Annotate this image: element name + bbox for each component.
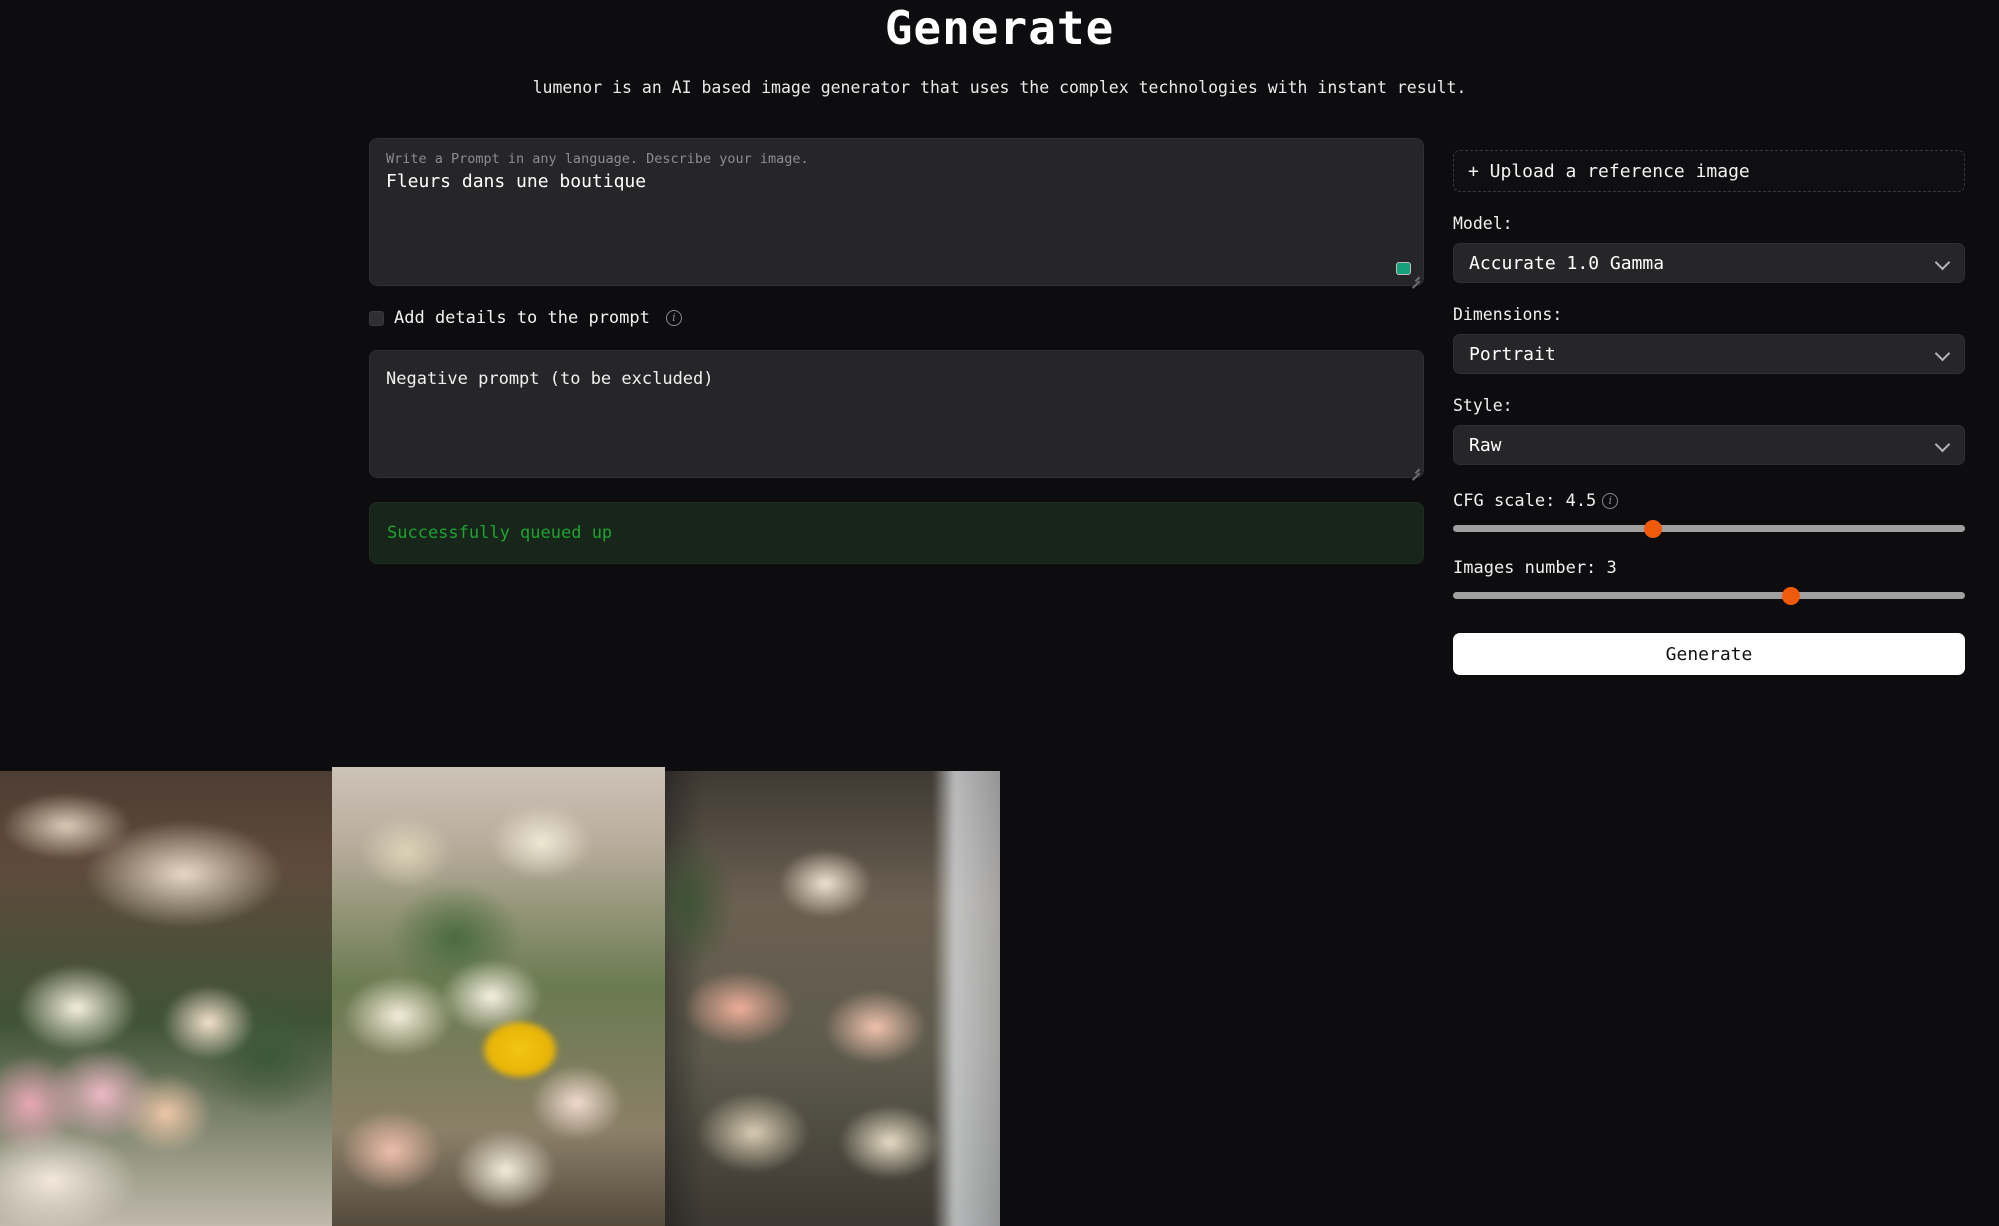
chevron-down-icon bbox=[1934, 436, 1951, 453]
cfg-scale-label-row: CFG scale: 4.5 i bbox=[1453, 491, 1965, 511]
upload-reference-image-button[interactable]: + Upload a reference image bbox=[1453, 150, 1965, 192]
style-value: Raw bbox=[1469, 434, 1502, 456]
negative-resize-handle-icon[interactable] bbox=[1409, 463, 1420, 481]
negative-prompt-placeholder: Negative prompt (to be excluded) bbox=[386, 369, 714, 389]
prompt-hint: Write a Prompt in any language. Describe… bbox=[386, 151, 809, 167]
status-banner: Successfully queued up bbox=[369, 502, 1424, 564]
style-label: Style: bbox=[1453, 396, 1513, 415]
prompt-value: Fleurs dans une boutique bbox=[386, 171, 647, 192]
cfg-scale-slider-thumb[interactable] bbox=[1643, 519, 1662, 538]
chevron-down-icon bbox=[1934, 254, 1951, 271]
status-text: Successfully queued up bbox=[387, 523, 613, 543]
generated-image-1-canvas bbox=[0, 771, 332, 1226]
generated-image-2[interactable] bbox=[332, 767, 665, 1226]
add-details-checkbox[interactable] bbox=[369, 310, 384, 326]
model-label: Model: bbox=[1453, 214, 1513, 233]
generate-button-label: Generate bbox=[1665, 643, 1753, 665]
cfg-scale-label: CFG scale: 4.5 bbox=[1453, 491, 1597, 511]
images-number-label: Images number: 3 bbox=[1453, 558, 1617, 578]
generate-page: Generate lumenor is an AI based image ge… bbox=[0, 0, 1999, 1226]
images-number-label-row: Images number: 3 bbox=[1453, 558, 1965, 578]
dimensions-value: Portrait bbox=[1469, 343, 1556, 365]
add-details-label: Add details to the prompt bbox=[394, 308, 650, 328]
page-header: Generate lumenor is an AI based image ge… bbox=[0, 0, 1999, 97]
generated-image-3-canvas bbox=[665, 771, 1000, 1226]
prompt-column: Write a Prompt in any language. Describe… bbox=[369, 138, 1424, 564]
images-number-slider[interactable] bbox=[1453, 586, 1965, 605]
cfg-scale-slider[interactable] bbox=[1453, 519, 1965, 538]
style-select[interactable]: Raw bbox=[1453, 425, 1965, 465]
cfg-scale-info-icon[interactable]: i bbox=[1602, 493, 1619, 509]
chevron-down-icon bbox=[1934, 345, 1951, 362]
prompt-input[interactable]: Write a Prompt in any language. Describe… bbox=[369, 138, 1424, 289]
resize-handle-icon[interactable] bbox=[1409, 271, 1420, 289]
dimensions-label: Dimensions: bbox=[1453, 305, 1563, 324]
negative-prompt-input[interactable]: Negative prompt (to be excluded) bbox=[369, 350, 1424, 481]
generated-image-2-canvas bbox=[332, 767, 665, 1226]
settings-panel: + Upload a reference image Model: Accura… bbox=[1453, 150, 1965, 675]
dimensions-select[interactable]: Portrait bbox=[1453, 334, 1965, 374]
generated-image-3[interactable] bbox=[665, 771, 1000, 1226]
images-number-slider-thumb[interactable] bbox=[1781, 586, 1800, 605]
model-value: Accurate 1.0 Gamma bbox=[1469, 252, 1665, 274]
generated-images-gallery bbox=[0, 767, 1000, 1226]
page-subtitle: lumenor is an AI based image generator t… bbox=[532, 78, 1467, 97]
generate-button[interactable]: Generate bbox=[1453, 633, 1965, 675]
model-select[interactable]: Accurate 1.0 Gamma bbox=[1453, 243, 1965, 283]
page-title: Generate bbox=[884, 1, 1115, 55]
add-details-row[interactable]: Add details to the prompt i bbox=[369, 307, 1424, 329]
upload-label: + Upload a reference image bbox=[1468, 160, 1750, 182]
add-details-info-icon[interactable]: i bbox=[665, 310, 682, 326]
generated-image-1[interactable] bbox=[0, 771, 332, 1226]
